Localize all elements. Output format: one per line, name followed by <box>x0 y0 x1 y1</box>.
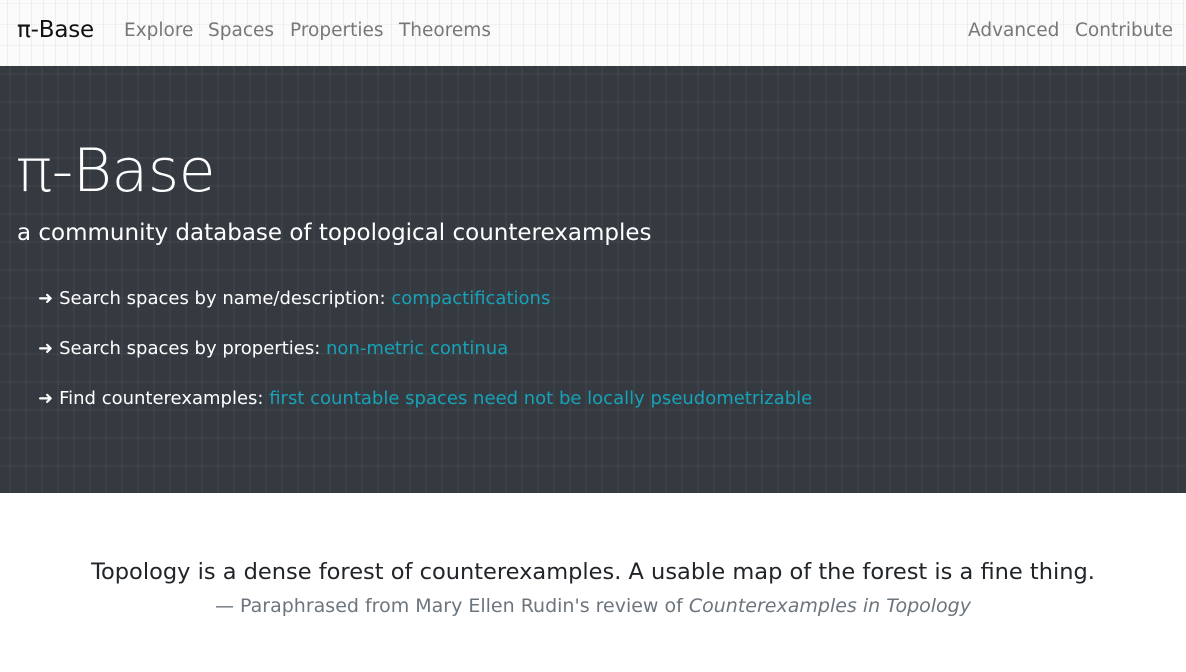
search-by-properties-label: Search spaces by properties: <box>59 338 326 359</box>
nav-link-explore[interactable]: Explore <box>124 20 193 41</box>
search-by-name-row: ➜ Search spaces by name/description: comp… <box>38 288 550 309</box>
hero-banner: π-Base a community database of topologic… <box>0 66 1186 493</box>
nav-link-theorems[interactable]: Theorems <box>399 20 491 41</box>
quote-attribution: — Paraphrased from Mary Ellen Rudin's re… <box>0 595 1186 617</box>
hero-subtitle: a community database of topological coun… <box>17 220 652 246</box>
example-link-compactifications[interactable]: compactifications <box>391 288 550 309</box>
nav-link-spaces[interactable]: Spaces <box>208 20 274 41</box>
example-link-non-metric-continua[interactable]: non-metric continua <box>326 338 508 359</box>
arrow-right-icon: ➜ <box>38 288 54 309</box>
attribution-prefix: — Paraphrased from Mary Ellen Rudin's re… <box>215 595 689 617</box>
search-by-name-label: Search spaces by name/description: <box>59 288 392 309</box>
find-counterexamples-row: ➜ Find counterexamples: first countable s… <box>38 388 812 409</box>
nav-link-contribute[interactable]: Contribute <box>1075 20 1173 41</box>
example-link-first-countable[interactable]: first countable spaces need not be local… <box>269 388 812 409</box>
quote-text: Topology is a dense forest of counterexa… <box>91 559 1095 585</box>
arrow-right-icon: ➜ <box>38 388 54 409</box>
nav-link-advanced[interactable]: Advanced <box>968 20 1059 41</box>
brand-link[interactable]: π-Base <box>17 17 94 43</box>
find-counterexamples-label: Find counterexamples: <box>59 388 270 409</box>
hero-title: π-Base <box>16 136 216 206</box>
nav-link-properties[interactable]: Properties <box>290 20 384 41</box>
search-by-properties-row: ➜ Search spaces by properties: non-metric… <box>38 338 508 359</box>
attribution-book-title: Counterexamples in Topology <box>688 595 971 617</box>
top-navbar: π-Base Explore Spaces Properties Theorem… <box>0 0 1186 66</box>
arrow-right-icon: ➜ <box>38 338 54 359</box>
